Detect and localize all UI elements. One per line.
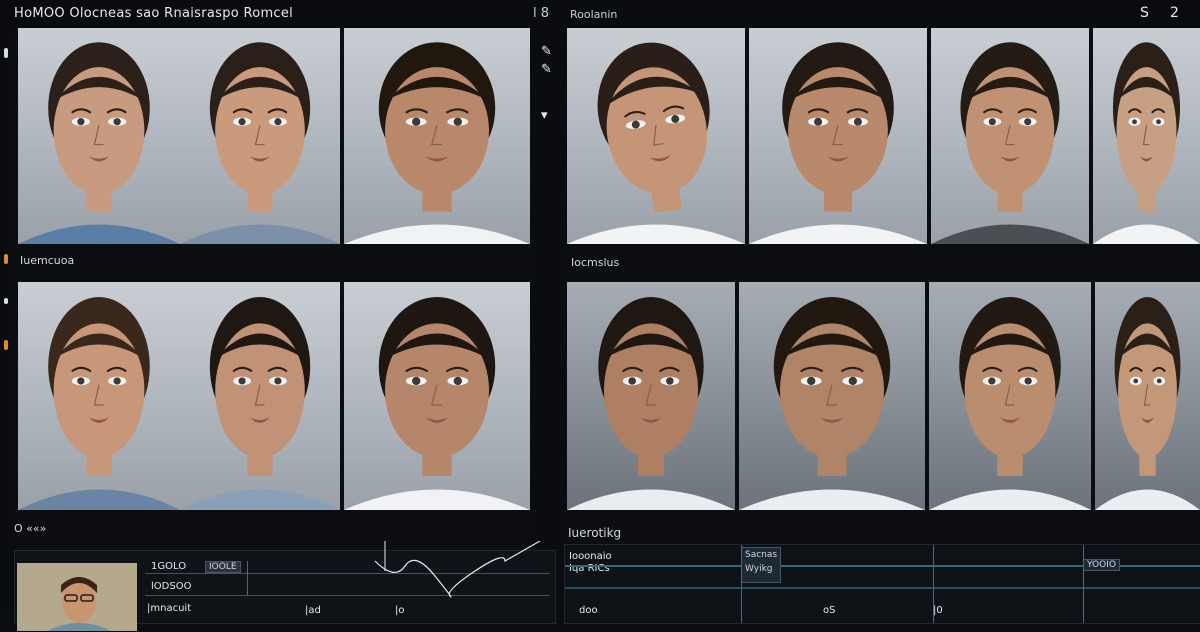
bottom-left-header: O ««» [14, 522, 47, 535]
right-panel-title: Roolanin [570, 8, 618, 21]
timeline-clip[interactable]: Sacnas Wyikg [741, 547, 782, 583]
face-tile[interactable] [18, 28, 180, 244]
scale-label-2: oS [823, 605, 836, 616]
bottom-left-panel: 1GOLO IOOLE lODSOO |mnacuit |ad |o [14, 541, 556, 631]
track-separator [247, 561, 248, 595]
face-tile[interactable] [739, 282, 925, 510]
time-tick-2: |o [395, 605, 405, 616]
track-label-1: 1GOLO [151, 561, 187, 572]
clip-label-2: Wyikg [745, 564, 773, 574]
rail-handle-orange[interactable] [4, 254, 8, 264]
right-face-grid: Iocmslus [567, 28, 1200, 540]
left-face-grid: Iuemcuoa [14, 28, 531, 540]
center-mark: l 8 [533, 6, 550, 21]
face-tile[interactable] [344, 282, 530, 510]
face-tile[interactable] [1093, 28, 1200, 244]
row-label: Iocmslus [571, 256, 620, 269]
dropdown-icon[interactable]: ▾ [541, 108, 548, 123]
rail-handle-orange-2[interactable] [4, 340, 8, 350]
clip-label-1: Sacnas [745, 550, 778, 560]
face-tile[interactable] [1095, 282, 1200, 510]
edit-icon[interactable]: ✎ [541, 44, 552, 59]
face-tile[interactable] [344, 28, 530, 244]
face-tile[interactable] [931, 28, 1089, 244]
app-title: HoMOO Olocneas sao Rnaisraspo Romcel [14, 6, 294, 21]
curve-graph [374, 541, 541, 598]
control-s-button[interactable]: S [1140, 5, 1149, 21]
avatar-image [17, 563, 137, 631]
scale-label-1: doo [579, 605, 598, 616]
scale-label-3: |0 [933, 605, 943, 616]
face-tile[interactable] [180, 282, 340, 510]
time-tick-1: |ad [305, 605, 321, 616]
top-bar: HoMOO Olocneas sao Rnaisraspo Romcel l 8… [0, 0, 1200, 28]
rail-handle-2[interactable] [4, 298, 8, 304]
control-2-button[interactable]: 2 [1170, 5, 1179, 21]
edit-icon-2[interactable]: ✎ [541, 62, 552, 77]
row-label: Iuemcuoa [20, 254, 75, 267]
bottom-right-panel: Iooonaio Iqa RICs Sacnas Wyikg YOOIO doo… [564, 544, 1200, 624]
track-chip[interactable]: IOOLE [205, 561, 241, 573]
face-tile[interactable] [567, 28, 745, 244]
face-tile[interactable] [567, 282, 735, 510]
face-tile[interactable] [18, 282, 180, 510]
bottom-timeline-area: O ««» 1GOLO IOOLE lODSOO |mnacuit |ad |o… [14, 522, 1200, 631]
panel-divider: ✎ ✎ ▾ [531, 28, 567, 608]
track-label-3: |mnacuit [147, 603, 192, 614]
timeline-label-1: Iooonaio [569, 551, 612, 562]
bottom-right-header: Iuerotikg [568, 526, 622, 540]
marker-line [741, 545, 742, 623]
face-tile[interactable] [180, 28, 340, 244]
rail-handle[interactable] [4, 48, 8, 58]
avatar[interactable] [17, 563, 137, 631]
face-tile[interactable] [929, 282, 1091, 510]
track-label-2: lODSOO [151, 581, 192, 592]
marker-line [1083, 545, 1084, 623]
timeline-clip-2[interactable]: YOOIO [1083, 559, 1120, 571]
timeline-track-2[interactable] [565, 587, 1200, 589]
face-tile[interactable] [749, 28, 927, 244]
left-rail [0, 28, 14, 608]
